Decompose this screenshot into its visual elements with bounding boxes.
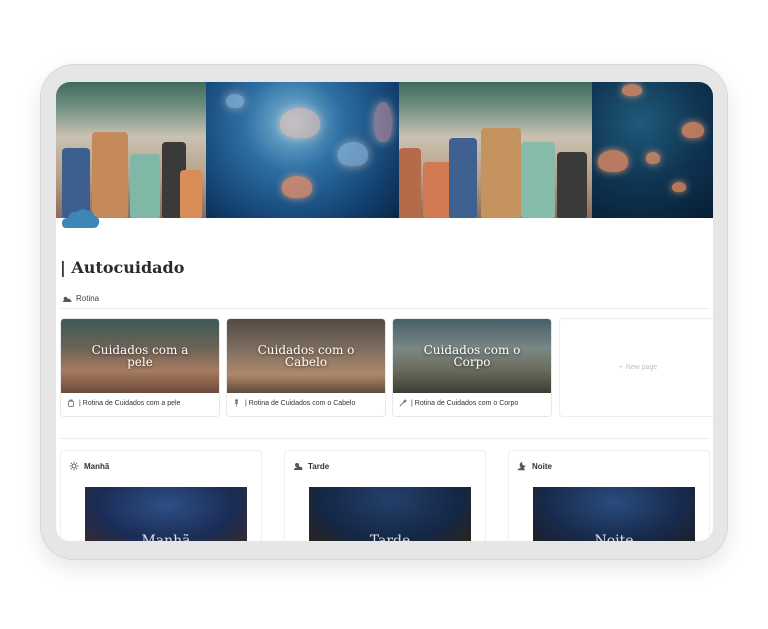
gallery-card-corpo[interactable]: Cuidados com o Corpo | Rotina de Cuidado…: [392, 318, 552, 417]
notion-page: | Autocuidado Rotina Cuidados com a pele…: [56, 82, 713, 541]
skincare-bottle-icon: [67, 399, 75, 407]
tablet-frame: | Autocuidado Rotina Cuidados com a pele…: [40, 64, 728, 560]
body-brush-icon: [399, 399, 407, 407]
gallery-card-cabelo[interactable]: Cuidados com o Cabelo | Rotina de Cuidad…: [226, 318, 386, 417]
card-cover-image: Cuidados com o Cabelo: [227, 319, 385, 393]
card-caption: | Rotina de Cuidados com a pele: [67, 399, 180, 407]
card-image-text: Cuidados com o Corpo: [423, 343, 521, 369]
card-caption-text: | Rotina de Cuidados com a pele: [79, 399, 181, 407]
board-header: Noite: [517, 461, 552, 471]
card-image-text: Cuidados com o Cabelo: [257, 343, 355, 369]
sun-icon: [69, 461, 79, 471]
divider: [60, 308, 710, 309]
cover-jellyfish-center: [206, 82, 399, 218]
cover-products-left: [56, 82, 206, 218]
new-page-label: New page: [625, 364, 658, 371]
divider: [60, 438, 710, 439]
card-caption: | Rotina de Cuidados com o Cabelo: [233, 399, 355, 407]
tag-label: Rotina: [76, 294, 100, 303]
board-image-text: Manhã: [141, 533, 191, 541]
card-image-text: Cuidados com a pele: [91, 343, 189, 369]
board-cover-image: Tarde: [309, 487, 471, 541]
card-caption-text: | Rotina de Cuidados com o Corpo: [411, 399, 519, 407]
sun-cloud-icon: [63, 296, 72, 302]
page-cover[interactable]: [56, 82, 713, 218]
board-noite[interactable]: Noite Noite: [508, 450, 710, 541]
card-caption: | Rotina de Cuidados com o Corpo: [399, 399, 518, 407]
board-image-text: Noite: [594, 533, 634, 541]
board-title: Manhã: [84, 461, 110, 471]
board-title: Tarde: [308, 461, 330, 471]
card-cover-image: Cuidados com o Corpo: [393, 319, 551, 393]
board-tarde[interactable]: Tarde Tarde: [284, 450, 486, 541]
sun-cloud-icon: [294, 463, 303, 470]
page-cloud-icon[interactable]: [60, 202, 102, 232]
cover-jellyfish-right: [592, 82, 713, 218]
card-cover-image: Cuidados com a pele: [61, 319, 219, 393]
board-manha[interactable]: Manhã Manhã: [60, 450, 262, 541]
card-caption-text: | Rotina de Cuidados com o Cabelo: [245, 399, 356, 407]
cover-products-right: [399, 82, 592, 218]
board-header: Tarde: [293, 461, 329, 471]
plus-icon: +: [618, 364, 623, 371]
board-title: Noite: [532, 461, 552, 471]
board-cover-image: Manhã: [85, 487, 247, 541]
gallery-card-pele[interactable]: Cuidados com a pele | Rotina de Cuidados…: [60, 318, 220, 417]
board-header: Manhã: [69, 461, 109, 471]
page-title: | Autocuidado: [60, 258, 185, 277]
board-image-text: Tarde: [369, 533, 411, 541]
new-page-button[interactable]: + New page: [559, 318, 713, 417]
board-cover-image: Noite: [533, 487, 695, 541]
hair-comb-icon: [235, 399, 238, 407]
moon-cloud-icon: [517, 462, 526, 471]
tag-rotina[interactable]: Rotina: [62, 294, 99, 303]
